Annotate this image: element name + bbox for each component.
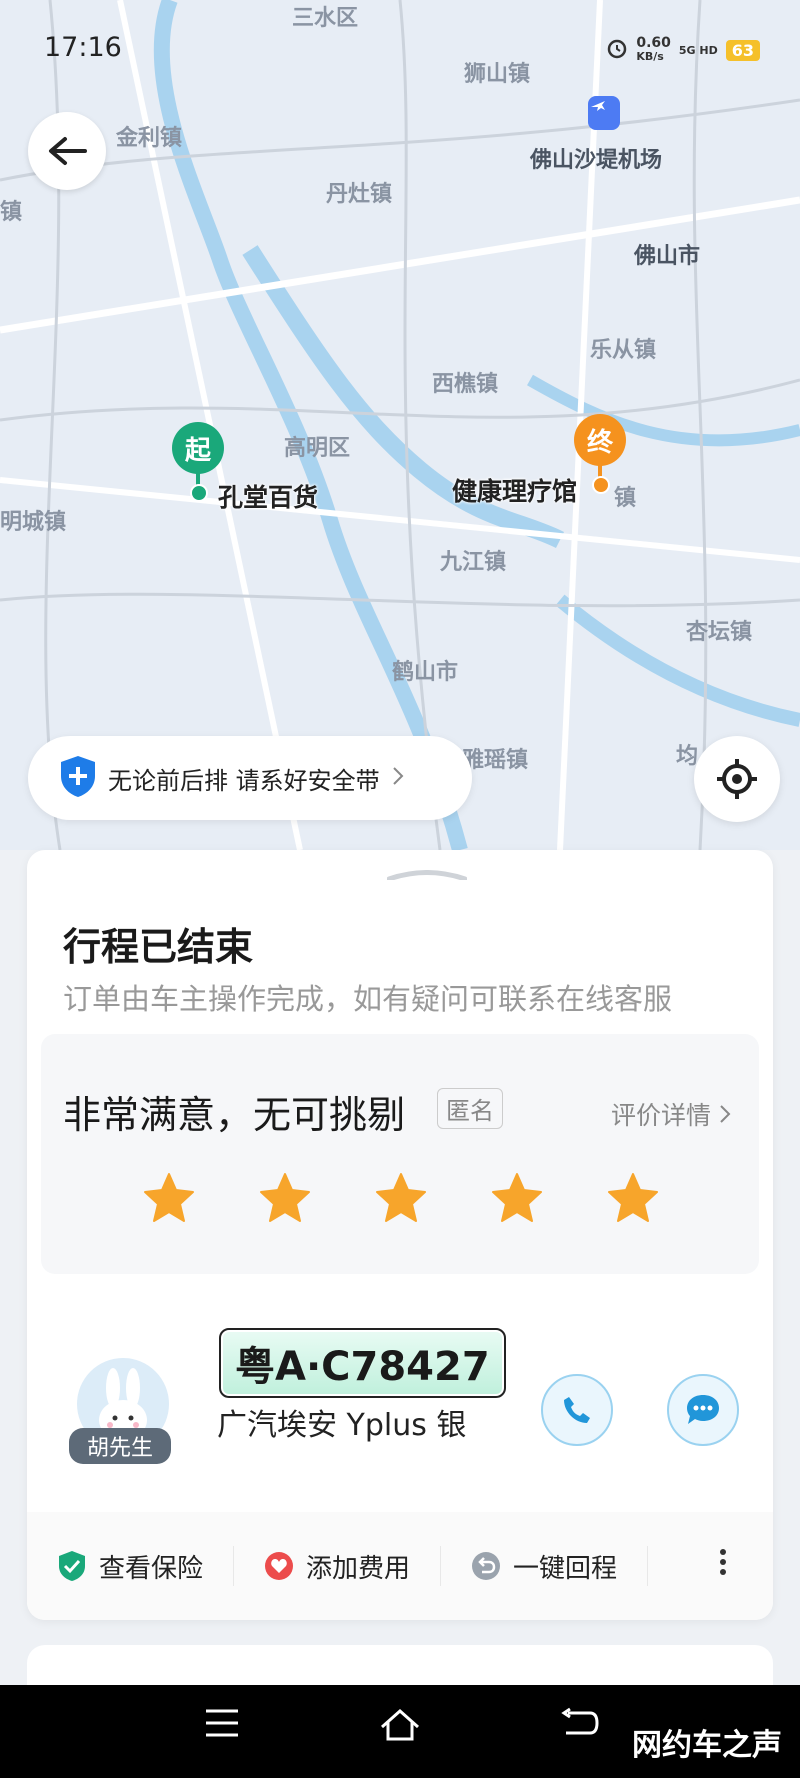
map-label: 镇	[614, 486, 637, 511]
safety-tip-text: 无论前后排 请系好安全带	[108, 766, 380, 795]
end-marker[interactable]: 终	[574, 414, 626, 466]
message-driver-button[interactable]	[667, 1374, 739, 1446]
net-speed: 0.60	[636, 35, 671, 51]
star-icon[interactable]	[489, 1170, 545, 1226]
map-label: 佛山市	[634, 244, 701, 269]
status-time: 17:16	[44, 32, 122, 63]
map-label: 均	[676, 744, 699, 769]
start-location-name: 孔堂百货	[218, 483, 319, 512]
map-label: 狮山镇	[464, 62, 531, 87]
add-fee-label: 添加费用	[306, 1553, 411, 1584]
car-model: 广汽埃安 Yplus 银	[217, 1408, 467, 1443]
rating-text: 非常满意，无可挑剔	[63, 1093, 406, 1137]
status-icons: 0.60 KB/s 5G HD 63	[606, 36, 760, 64]
map-label: 杏坛镇	[686, 620, 753, 645]
driver-section: 胡先生 粤A·C78427 广汽埃安 Yplus 银	[27, 1280, 773, 1510]
map-label: 西樵镇	[432, 372, 499, 397]
chevron-right-icon	[720, 1105, 731, 1123]
start-marker[interactable]: 起	[172, 422, 224, 474]
chevron-right-icon	[392, 766, 404, 790]
map-label: 三水区	[292, 6, 359, 31]
map-label: 九江镇	[440, 550, 507, 575]
more-options-button[interactable]	[719, 1548, 727, 1584]
map-label: 丹灶镇	[326, 182, 393, 207]
license-plate: 粤A·C78427	[219, 1328, 506, 1398]
star-icon[interactable]	[373, 1170, 429, 1226]
home-icon[interactable]	[378, 1707, 422, 1743]
crosshair-icon	[717, 759, 757, 799]
start-badge: 起	[184, 435, 211, 466]
map-label: 鹤山市	[392, 660, 459, 685]
end-badge: 终	[586, 427, 613, 458]
map-label: 镇	[0, 200, 23, 225]
drag-handle[interactable]	[387, 870, 467, 880]
end-marker-dot	[592, 476, 610, 494]
return-trip-button[interactable]: 一键回程	[441, 1546, 649, 1586]
arrow-left-icon	[49, 137, 87, 165]
star-icon[interactable]	[605, 1170, 661, 1226]
add-fee-button[interactable]: 添加费用	[234, 1546, 442, 1586]
map-label: 雅瑶镇	[462, 748, 529, 773]
map-label: 高明区	[284, 436, 351, 461]
trip-status-subtitle: 订单由车主操作完成，如有疑问可联系在线客服	[63, 982, 673, 1016]
alarm-icon	[606, 37, 628, 63]
star-rating[interactable]	[141, 1170, 661, 1226]
signal-indicator: 5G HD	[678, 43, 718, 57]
net-unit: KB/s	[636, 50, 664, 63]
driver-name-badge: 胡先生	[69, 1428, 172, 1464]
start-marker-dot	[190, 484, 208, 502]
menu-icon[interactable]	[204, 1707, 240, 1739]
trip-card: 行程已结束 订单由车主操作完成，如有疑问可联系在线客服 非常满意，无可挑剔 匿名…	[27, 850, 773, 1620]
star-icon[interactable]	[257, 1170, 313, 1226]
action-bar: 查看保险 添加费用 一键回程	[27, 1512, 773, 1620]
map-label: 明城镇	[0, 510, 67, 535]
end-location-name: 健康理疗馆	[452, 477, 578, 506]
call-driver-button[interactable]	[541, 1374, 613, 1446]
view-insurance-label: 查看保险	[99, 1553, 204, 1584]
more-vertical-icon	[720, 1549, 726, 1575]
back-nav-icon[interactable]	[560, 1707, 600, 1743]
shield-check-icon	[59, 1551, 85, 1581]
rating-detail-label: 评价详情	[611, 1101, 712, 1130]
chat-bubble-icon	[687, 1395, 719, 1424]
map-label: 金利镇	[116, 126, 183, 151]
star-icon[interactable]	[141, 1170, 197, 1226]
back-button[interactable]	[28, 112, 106, 190]
map-view[interactable]: 三水区 狮山镇 金利镇 佛山沙堤机场 丹灶镇 镇 佛山市 乐从镇 西樵镇 高明区…	[0, 0, 800, 850]
return-icon	[472, 1552, 501, 1580]
map-label: 乐从镇	[590, 338, 657, 363]
trip-status-title: 行程已结束	[63, 925, 254, 969]
heart-tag-icon	[265, 1552, 294, 1580]
rating-detail-link[interactable]: 评价详情	[611, 1096, 731, 1132]
view-insurance-button[interactable]: 查看保险	[27, 1546, 235, 1586]
return-trip-label: 一键回程	[513, 1553, 618, 1584]
safety-tip-banner[interactable]: 无论前后排 请系好安全带	[28, 736, 472, 820]
anonymous-badge: 匿名	[437, 1088, 503, 1129]
rating-panel: 非常满意，无可挑剔 匿名 评价详情	[41, 1034, 759, 1274]
shield-plus-icon	[58, 754, 98, 802]
airport-icon	[588, 96, 620, 130]
map-label: 佛山沙堤机场	[530, 148, 663, 173]
locate-button[interactable]	[694, 736, 780, 822]
phone-icon	[564, 1397, 590, 1423]
battery-indicator: 63	[725, 39, 760, 61]
watermark: 网约车之声	[632, 1728, 782, 1763]
